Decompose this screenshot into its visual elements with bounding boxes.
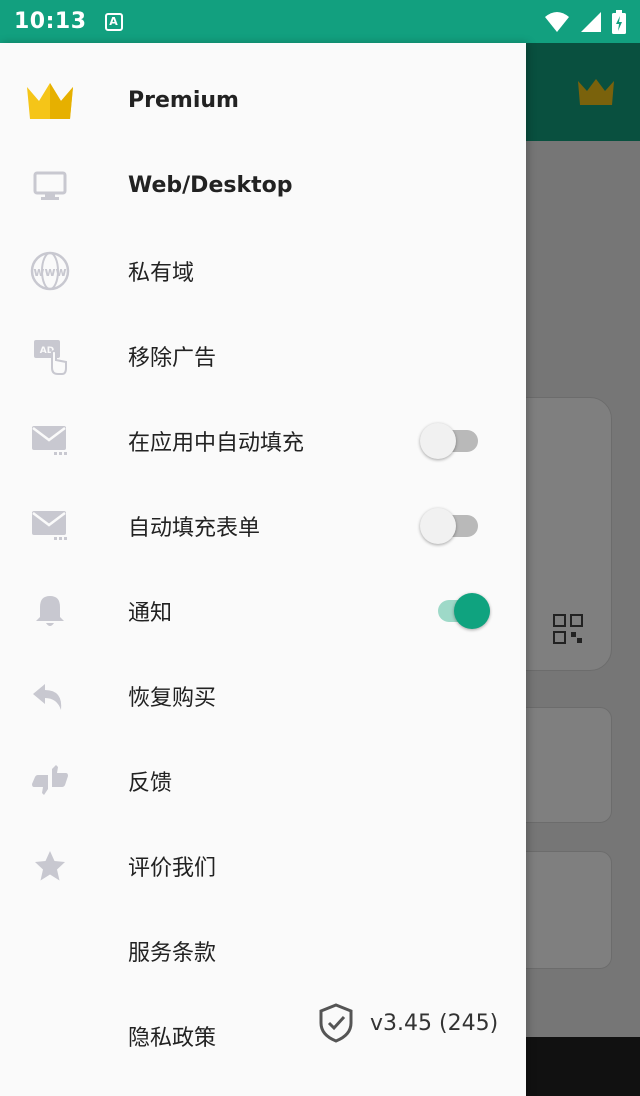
navigation-drawer: Premium Web/Desktop www 私有域 AD 移除广告 在应用中… (0, 43, 526, 1096)
menu-item-label: 移除广告 (128, 345, 217, 371)
status-icons (544, 9, 626, 34)
crown-icon (24, 75, 76, 127)
wifi-icon (545, 11, 569, 32)
undo-arrow-icon (24, 670, 76, 722)
mail-dots-icon (24, 500, 76, 552)
menu-item-label: 私有域 (128, 260, 195, 286)
version-text: v3.45 (245) (370, 1010, 499, 1036)
menu-item-restore-purchase[interactable]: 恢复购买 (0, 653, 526, 738)
menu-item-autofill-in-apps[interactable]: 在应用中自动填充 (0, 398, 526, 483)
menu-item-web-desktop[interactable]: Web/Desktop (0, 143, 526, 228)
toggle-thumb (420, 508, 456, 544)
app-version: v3.45 (245) (318, 1003, 498, 1043)
www-globe-icon: www (24, 245, 76, 297)
menu-item-label: 评价我们 (128, 855, 217, 881)
menu-item-rate-us[interactable]: 评价我们 (0, 823, 526, 908)
battery-icon (612, 9, 626, 34)
autofill-forms-toggle[interactable] (420, 505, 484, 545)
bell-icon (24, 585, 76, 637)
menu-item-remove-ads[interactable]: AD 移除广告 (0, 313, 526, 398)
status-time: 10:13 (14, 9, 87, 34)
menu-item-private-domain[interactable]: www 私有域 (0, 228, 526, 313)
ad-tap-icon: AD (24, 330, 76, 382)
a-letter-icon: A (104, 12, 123, 31)
menu-item-feedback[interactable]: 反馈 (0, 738, 526, 823)
cellular-signal-icon (581, 11, 601, 32)
menu-item-label: 通知 (128, 600, 173, 626)
autofill-apps-toggle[interactable] (420, 420, 484, 460)
notifications-toggle[interactable] (432, 590, 496, 630)
mail-dots-icon (24, 415, 76, 467)
status-bar: 10:13 A (0, 0, 640, 43)
menu-item-label: Premium (128, 88, 239, 113)
menu-item-label: 在应用中自动填充 (128, 430, 305, 456)
monitor-icon (24, 160, 76, 212)
toggle-thumb (420, 423, 456, 459)
svg-text:www: www (33, 265, 66, 279)
menu-item-label: 隐私政策 (128, 1025, 217, 1051)
menu-item-label: 自动填充表单 (128, 515, 261, 541)
menu-item-terms-of-service[interactable]: 服务条款 (0, 908, 526, 993)
toggle-thumb (454, 593, 490, 629)
menu-item-label: 服务条款 (128, 940, 217, 966)
star-icon (24, 840, 76, 892)
thumbs-icon (24, 755, 76, 807)
shield-check-icon (319, 1003, 353, 1043)
menu-item-label: 反馈 (128, 770, 173, 796)
menu-item-premium[interactable]: Premium (0, 58, 526, 143)
menu-item-label: 恢复购买 (128, 685, 217, 711)
menu-item-label: Web/Desktop (128, 173, 293, 198)
menu-item-notifications[interactable]: 通知 (0, 568, 526, 653)
menu-item-autofill-forms[interactable]: 自动填充表单 (0, 483, 526, 568)
